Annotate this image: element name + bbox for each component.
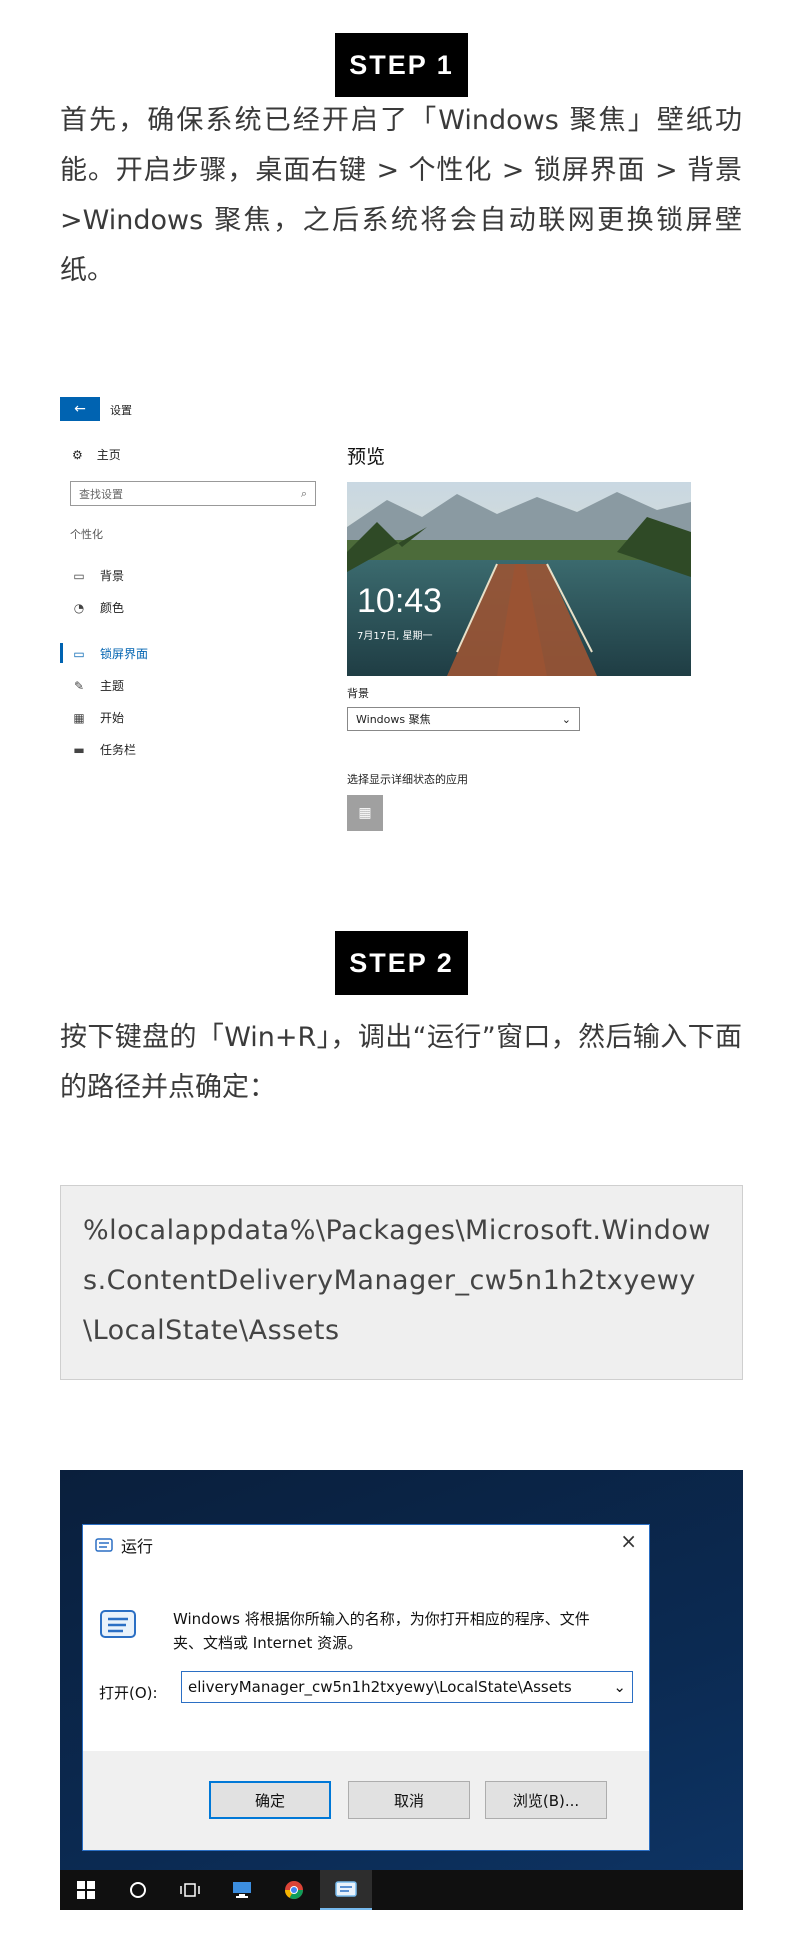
path-code-box: %localappdata%\Packages\Microsoft.Window… bbox=[60, 1185, 743, 1380]
open-path-input[interactable]: eliveryManager_cw5n1h2txyewy\LocalState\… bbox=[181, 1671, 633, 1703]
chevron-down-icon[interactable]: ⌄ bbox=[613, 1678, 626, 1696]
step-1-badge: STEP 1 bbox=[335, 33, 468, 97]
nav-item-label: 锁屏界面 bbox=[100, 647, 149, 661]
background-select[interactable]: Windows 聚焦 ⌄ bbox=[347, 707, 580, 731]
gear-icon: ⚙ bbox=[72, 447, 83, 462]
back-arrow-icon[interactable]: ← bbox=[60, 397, 100, 421]
run-program-icon bbox=[100, 1610, 136, 1638]
open-label: 打开(O): bbox=[99, 1684, 158, 1702]
calendar-icon[interactable]: ▦ bbox=[347, 795, 383, 831]
browse-button[interactable]: 浏览(B)... bbox=[485, 1781, 607, 1819]
background-select-value: Windows 聚焦 bbox=[356, 713, 431, 726]
nav-home[interactable]: ⚙ 主页 bbox=[72, 446, 121, 463]
taskbar bbox=[60, 1870, 743, 1910]
run-dialog: 运行 × Windows 将根据你所输入的名称，为你打开相应的程序、文件夹、文档… bbox=[82, 1524, 650, 1851]
image-icon: ▭ bbox=[73, 568, 85, 583]
status-apps-label: 选择显示详细状态的应用 bbox=[347, 773, 468, 786]
nav-item-label: 颜色 bbox=[100, 601, 125, 615]
run-small-icon bbox=[95, 1538, 113, 1552]
ok-button[interactable]: 确定 bbox=[209, 1781, 331, 1819]
open-path-value: eliveryManager_cw5n1h2txyewy\LocalState\… bbox=[188, 1678, 572, 1696]
nav-item-themes[interactable]: ✎ 主题 bbox=[72, 677, 124, 694]
nav-item-label: 开始 bbox=[100, 711, 125, 725]
lock-screen-icon: ▭ bbox=[73, 646, 85, 661]
close-icon[interactable]: × bbox=[620, 1529, 637, 1553]
run-dialog-body: Windows 将根据你所输入的名称，为你打开相应的程序、文件夹、文档或 Int… bbox=[83, 1559, 649, 1751]
run-description: Windows 将根据你所输入的名称，为你打开相应的程序、文件夹、文档或 Int… bbox=[173, 1610, 590, 1652]
settings-search-input[interactable]: 查找设置 ⌕ bbox=[70, 481, 316, 506]
lock-date: 7月17日, 星期一 bbox=[357, 631, 433, 642]
taskbar-icon: ▬ bbox=[73, 742, 85, 757]
run-dialog-title: 运行 bbox=[121, 1537, 154, 1556]
theme-icon: ✎ bbox=[73, 678, 85, 693]
search-icon: ⌕ bbox=[300, 486, 307, 500]
lock-screen-preview: 10:43 7月17日, 星期一 bbox=[347, 482, 691, 676]
background-label: 背景 bbox=[347, 687, 369, 700]
nav-item-taskbar[interactable]: ▬ 任务栏 bbox=[72, 741, 136, 758]
run-taskbar-icon[interactable] bbox=[320, 1870, 372, 1910]
run-dialog-footer: 确定 取消 浏览(B)... bbox=[83, 1751, 649, 1850]
start-icon: ▦ bbox=[73, 710, 85, 725]
nav-item-label: 背景 bbox=[100, 569, 125, 583]
step-2-badge: STEP 2 bbox=[335, 931, 468, 995]
settings-screenshot: ← 设置 ⚙ 主页 查找设置 ⌕ 个性化 ▭ 背景 ◔ 颜色 ▭ 锁屏界面 ✎ … bbox=[60, 395, 740, 845]
active-indicator bbox=[60, 643, 63, 663]
run-dialog-screenshot: 运行 × Windows 将根据你所输入的名称，为你打开相应的程序、文件夹、文档… bbox=[60, 1470, 743, 1910]
section-personalization: 个性化 bbox=[70, 528, 103, 541]
chrome-icon[interactable] bbox=[268, 1870, 320, 1910]
chevron-down-icon: ⌄ bbox=[561, 712, 571, 726]
this-pc-icon[interactable] bbox=[216, 1870, 268, 1910]
nav-item-label: 任务栏 bbox=[100, 743, 137, 757]
nav-item-start[interactable]: ▦ 开始 bbox=[72, 709, 124, 726]
nav-item-label: 主题 bbox=[100, 679, 125, 693]
nav-item-background[interactable]: ▭ 背景 bbox=[72, 567, 124, 584]
step-2-text: 按下键盘的「Win+R」，调出“运行”窗口，然后输入下面的路径并点确定： bbox=[60, 1022, 742, 1103]
search-placeholder: 查找设置 bbox=[79, 487, 123, 501]
step-1-text: 首先，确保系统已经开启了「Windows 聚焦」壁纸功能。开启步骤，桌面右键 >… bbox=[60, 105, 742, 286]
cancel-button[interactable]: 取消 bbox=[348, 1781, 470, 1819]
windows-start-icon[interactable] bbox=[60, 1870, 112, 1910]
nav-item-colors[interactable]: ◔ 颜色 bbox=[72, 599, 124, 616]
lock-time: 10:43 bbox=[357, 582, 443, 620]
cortana-search-icon[interactable] bbox=[112, 1870, 164, 1910]
settings-app-title: 设置 bbox=[110, 404, 132, 417]
run-dialog-titlebar: 运行 bbox=[95, 1533, 153, 1557]
task-view-icon[interactable] bbox=[164, 1870, 216, 1910]
nav-item-lock-screen[interactable]: ▭ 锁屏界面 bbox=[72, 645, 148, 662]
landscape-image bbox=[347, 482, 691, 676]
nav-home-label: 主页 bbox=[96, 448, 121, 462]
preview-title: 预览 bbox=[347, 446, 386, 468]
palette-icon: ◔ bbox=[73, 600, 85, 615]
